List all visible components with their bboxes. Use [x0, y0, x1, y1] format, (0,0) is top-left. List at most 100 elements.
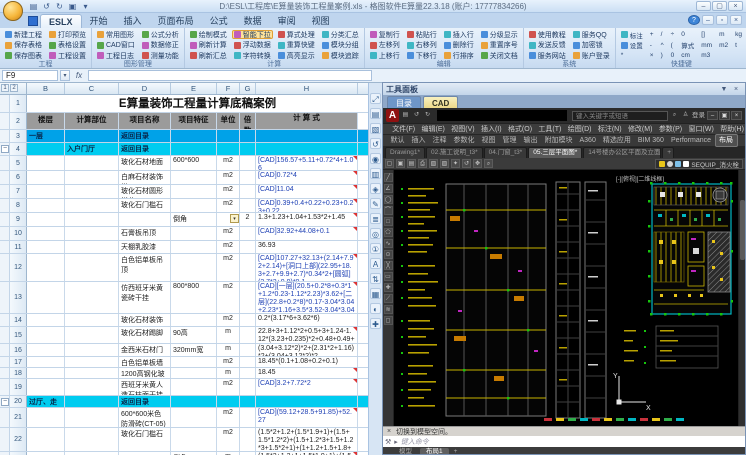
layer-color-swatch[interactable] — [683, 161, 689, 167]
cell-e[interactable]: 800*800 — [171, 282, 217, 313]
number-one-icon[interactable]: ① — [370, 243, 381, 254]
cell-unit[interactable]: m — [217, 344, 240, 356]
cad-file-tab[interactable]: 04.门窗_t3* — [484, 147, 528, 158]
customize-icon[interactable]: ⚒ — [385, 438, 391, 446]
panel-tab-目录[interactable]: 目录 — [387, 96, 421, 108]
cell-d[interactable]: 玻化石材圆形拼花 — [119, 185, 171, 198]
cell-b[interactable]: 一层 — [27, 130, 65, 142]
layout-tab-布局1[interactable]: 布局1 — [420, 448, 449, 455]
cell-multiplier[interactable] — [240, 254, 256, 281]
outline-collapse-button[interactable]: − — [1, 145, 9, 153]
cad-menu-视图(V)[interactable]: 视图(V) — [448, 124, 478, 134]
workbook-close-button[interactable]: × — [730, 15, 742, 25]
list-icon[interactable]: ≣ — [370, 213, 381, 224]
cell-b[interactable] — [27, 368, 65, 378]
cell-b[interactable] — [27, 241, 65, 253]
eye-icon[interactable]: ◉ — [370, 153, 381, 164]
cad-search-input[interactable]: 键入关键字或短语 — [572, 111, 668, 121]
cell-multiplier[interactable] — [240, 408, 256, 427]
cell-formula[interactable]: 18.45 — [256, 368, 358, 378]
cell-b[interactable] — [27, 156, 65, 170]
cell-e[interactable] — [171, 428, 217, 451]
cell-formula[interactable]: 0.2*(3.17*6+3.62*6) — [256, 314, 358, 326]
row-number[interactable]: 21 — [10, 408, 27, 427]
swap-icon[interactable]: ⇅ — [370, 273, 381, 284]
layer-on-icon[interactable] — [659, 161, 665, 167]
cell-c[interactable] — [65, 171, 119, 184]
cell-formula[interactable] — [256, 396, 358, 407]
cell-e[interactable] — [171, 368, 217, 378]
cell-multiplier[interactable] — [240, 327, 256, 343]
row-number[interactable]: 2 — [10, 113, 27, 129]
cell-c[interactable] — [65, 156, 119, 170]
row-number[interactable]: 7 — [10, 185, 27, 198]
cell-d[interactable]: 玻化石门槛石 — [119, 199, 171, 212]
cad-save-icon[interactable]: ▤ — [407, 159, 416, 168]
draw-tool-icon-5[interactable]: ⬠ — [384, 228, 393, 237]
cell-d[interactable]: 西班牙米黄人造石柱面干挂 — [119, 379, 171, 395]
cell-c[interactable] — [65, 314, 119, 326]
cad-ribbon-tab-视图[interactable]: 视图 — [478, 135, 499, 146]
ribbon-button-标注[interactable]: 标注 — [619, 30, 645, 39]
cell-d[interactable]: 返回目录 — [119, 130, 171, 142]
ribbon-button-浮动数据[interactable]: 浮动数据 — [232, 41, 273, 50]
cell-c[interactable] — [65, 368, 119, 378]
ribbon-button-复制行[interactable]: 复制行 — [368, 30, 402, 39]
binoculars-icon[interactable]: ⌕ — [670, 111, 679, 120]
ribbon-button-分级显示[interactable]: 分级显示 — [479, 30, 520, 39]
cell-multiplier[interactable] — [240, 130, 256, 142]
row-number[interactable]: 22 — [10, 428, 27, 451]
cell-formula[interactable]: 36.93 — [256, 241, 358, 253]
cell-b[interactable] — [27, 254, 65, 281]
ribbon-button-重置序号[interactable]: 重置序号 — [479, 41, 520, 50]
cad-plot-icon[interactable]: ⎙ — [418, 159, 427, 168]
cad-close-button[interactable]: × — [731, 111, 742, 120]
cad-ribbon-tab-输出[interactable]: 输出 — [520, 135, 541, 146]
text-icon[interactable]: A — [370, 258, 381, 269]
tab-页面布局[interactable]: 页面布局 — [150, 14, 202, 28]
ribbon-button-kg[interactable]: kg — [733, 30, 744, 39]
select-icon[interactable]: ◈ — [370, 183, 381, 194]
tab-开始[interactable]: 开始 — [82, 14, 116, 28]
column-header-F[interactable]: F — [217, 83, 240, 94]
ribbon-button-m[interactable]: m — [717, 30, 730, 39]
ribbon-button-分类汇总[interactable]: 分类汇总 — [320, 30, 361, 39]
cell-b[interactable] — [27, 408, 65, 427]
cell-b[interactable] — [27, 344, 65, 356]
close-button[interactable]: × — [728, 1, 743, 11]
ribbon-button-数据修正[interactable]: 数据修正 — [140, 41, 181, 50]
cell-unit[interactable]: m2 — [217, 254, 240, 281]
ribbon-button-粘贴行[interactable]: 粘贴行 — [405, 30, 439, 39]
cell-c[interactable] — [65, 282, 119, 313]
cad-menu-工具(T)[interactable]: 工具(T) — [535, 124, 564, 134]
target-icon[interactable]: ◎ — [370, 228, 381, 239]
cell-e[interactable]: 90高 — [171, 327, 217, 343]
header-cell-项目特征[interactable]: 项目特征 — [171, 113, 217, 129]
column-header-C[interactable]: C — [65, 83, 119, 94]
cell-b[interactable] — [27, 143, 65, 155]
cell-d[interactable]: 仿西班牙米黄瓷砖干挂 — [119, 282, 171, 313]
cell-unit[interactable]: m2 — [217, 357, 240, 367]
cad-file-tab[interactable]: 02.施工说明_t3* — [426, 147, 483, 158]
draw-tool-icon-6[interactable]: ∿ — [384, 239, 393, 248]
cell-c[interactable] — [65, 344, 119, 356]
cell-b[interactable] — [27, 227, 65, 240]
cell-unit[interactable] — [217, 130, 240, 142]
autocad-logo-icon[interactable]: A — [386, 109, 399, 122]
cell-d[interactable]: 白色铝单板吊顶 — [119, 254, 171, 281]
cell-c[interactable] — [65, 379, 119, 395]
cell-d[interactable]: 玻化石门槛石 — [119, 428, 171, 451]
draw-tool-icon-9[interactable]: ▭ — [384, 272, 393, 281]
column-header-G[interactable]: G — [240, 83, 256, 94]
cell-c[interactable]: 入户门厅 — [65, 143, 119, 155]
row-number[interactable]: 1 — [10, 95, 27, 112]
row-number[interactable]: 14 — [10, 314, 27, 326]
row-number[interactable]: 5 — [10, 156, 27, 170]
outline-level-button[interactable]: 1 — [1, 84, 9, 92]
cad-menu-插入(I)[interactable]: 插入(I) — [478, 124, 505, 134]
cad-scrollbar[interactable] — [738, 170, 745, 426]
cell-formula[interactable]: 18.45*(0.1+1.08+0.2+0.1) — [256, 357, 358, 367]
tab-公式[interactable]: 公式 — [202, 14, 236, 28]
redo-icon[interactable]: ↻ — [54, 1, 65, 12]
cad-ribbon-tab-管理[interactable]: 管理 — [499, 135, 520, 146]
